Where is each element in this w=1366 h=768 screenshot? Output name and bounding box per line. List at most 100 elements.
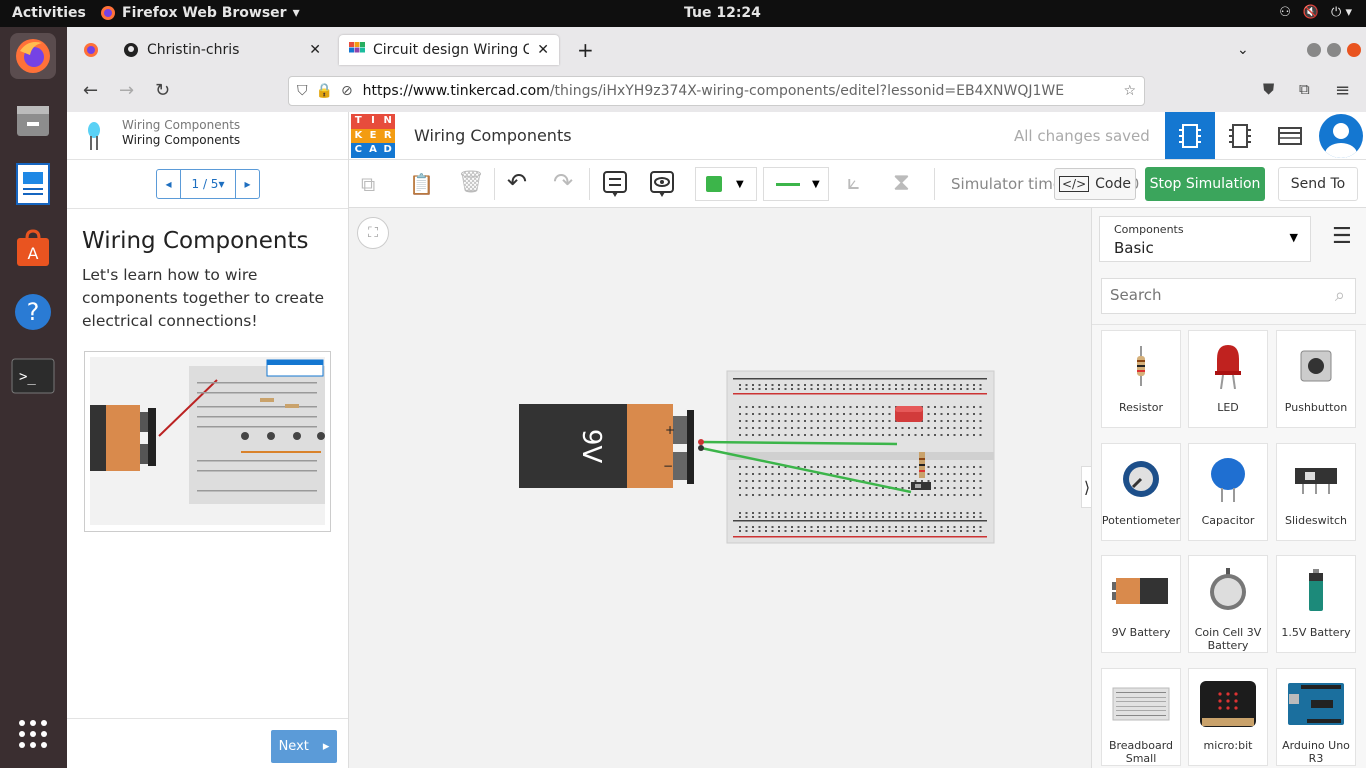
redo-icon[interactable]: ↷ <box>553 168 573 196</box>
accessibility-icon[interactable]: ⚇ <box>1279 5 1291 20</box>
wire-color-picker[interactable]: ▼ <box>695 167 757 201</box>
tinkercad-logo[interactable]: TIN KER CAD <box>351 114 395 158</box>
component-pushbutton[interactable]: Pushbutton <box>1276 330 1356 428</box>
close-window-icon[interactable] <box>1347 43 1361 57</box>
close-icon[interactable]: ✕ <box>309 42 321 58</box>
battery-minus: − <box>663 459 673 473</box>
clock[interactable]: Tue 12:24 <box>684 5 761 21</box>
circuit-view-button[interactable] <box>1165 112 1215 159</box>
paste-icon[interactable]: 📋 <box>409 172 434 196</box>
permissions-icon[interactable]: ⊘ <box>341 83 353 99</box>
search-box[interactable]: ⌕ <box>1101 278 1356 314</box>
arduino-icon <box>1288 683 1344 725</box>
list-view-icon[interactable]: ☰ <box>1332 224 1352 249</box>
breadcrumb-sub: Wiring Components <box>122 133 241 147</box>
chevron-down-icon[interactable]: ⌄ <box>1227 35 1259 65</box>
volume-icon[interactable]: 🔇 <box>1303 5 1319 20</box>
svg-text:>_: >_ <box>19 369 36 385</box>
battery-plus: + <box>665 423 675 437</box>
schematic-view-button[interactable] <box>1215 112 1265 159</box>
component-microbit[interactable]: micro:bit <box>1188 668 1268 766</box>
circuit-canvas[interactable]: ⛶ 9V + − ⟩ <box>349 208 1093 768</box>
code-button[interactable]: </> Code <box>1054 168 1136 200</box>
lesson-title: Wiring Components <box>82 228 309 254</box>
search-input[interactable] <box>1110 279 1310 311</box>
power-icon[interactable]: ⏻ ▾ <box>1331 5 1352 20</box>
table-icon <box>1278 126 1302 145</box>
lesson-image <box>84 351 331 532</box>
app-grid-icon[interactable] <box>10 711 56 757</box>
firefox-icon <box>101 6 115 20</box>
component-capacitor[interactable]: Capacitor <box>1188 443 1268 541</box>
software-icon[interactable]: A <box>10 225 56 271</box>
resistor-component[interactable] <box>919 452 925 478</box>
terminal-icon[interactable]: >_ <box>10 353 56 399</box>
writer-icon[interactable] <box>10 161 56 207</box>
minimize-icon[interactable] <box>1307 43 1321 57</box>
flip-icon[interactable]: ⧗ <box>893 168 910 196</box>
files-icon[interactable] <box>10 97 56 143</box>
view-notes-icon[interactable] <box>649 170 675 198</box>
url-path: /things/iHxYH9z374X-wiring-components/ed… <box>549 83 1065 99</box>
battery-9v[interactable]: 9V + − <box>519 404 694 488</box>
url-bar[interactable]: ⛉ 🔒 ⊘ https://www.tinkercad.com /things/… <box>288 76 1145 106</box>
close-icon[interactable]: ✕ <box>537 42 549 58</box>
stop-simulation-button[interactable]: Stop Simulation <box>1145 167 1265 201</box>
system-tray[interactable]: ⚇ 🔇 ⏻ ▾ <box>1279 5 1352 20</box>
pushbutton-icon <box>1300 350 1332 382</box>
next-page-button[interactable]: ▸ <box>235 170 259 198</box>
copy-icon[interactable]: ⧉ <box>361 172 375 196</box>
help-icon[interactable]: ? <box>10 289 56 335</box>
maximize-icon[interactable] <box>1327 43 1341 57</box>
search-icon[interactable]: ⌕ <box>1335 285 1345 306</box>
notes-icon[interactable] <box>602 170 628 198</box>
tab-github[interactable]: Christin-chris ✕ <box>113 35 331 65</box>
breadboard[interactable] <box>726 370 995 544</box>
undo-icon[interactable]: ↶ <box>507 168 527 196</box>
capacitor-icon <box>1211 458 1245 502</box>
led-component[interactable] <box>895 406 923 422</box>
activities-button[interactable]: Activities <box>12 5 86 21</box>
color-swatch <box>706 176 722 192</box>
component-led[interactable]: LED <box>1188 330 1268 428</box>
send-to-button[interactable]: Send To <box>1278 167 1358 201</box>
forward-icon[interactable]: → <box>119 80 134 101</box>
page-select[interactable]: 1 / 5▾ <box>181 177 235 191</box>
category-select[interactable]: Components Basic ▼ <box>1099 216 1311 262</box>
menu-icon[interactable]: ≡ <box>1335 80 1350 101</box>
wire-type-picker[interactable]: ▼ <box>763 167 829 201</box>
back-icon[interactable]: ← <box>83 80 98 101</box>
component-coin-cell[interactable]: Coin Cell 3V Battery <box>1188 555 1268 653</box>
reload-icon[interactable]: ↻ <box>155 80 170 101</box>
app-menu[interactable]: Firefox Web Browser ▾ <box>100 5 300 21</box>
github-icon <box>124 43 138 57</box>
component-arduino-uno[interactable]: Arduino Uno R3 <box>1276 668 1356 766</box>
firefox-view-tab[interactable] <box>73 35 113 65</box>
design-title[interactable]: Wiring Components <box>414 126 572 145</box>
extensions-icon[interactable]: ⧉ <box>1299 80 1310 98</box>
rotate-icon[interactable]: ⟀ <box>847 170 860 195</box>
pocket-icon[interactable]: ⛊ <box>1263 80 1274 98</box>
component-9v-battery[interactable]: 9V Battery <box>1101 555 1181 653</box>
bookmark-star-icon[interactable]: ☆ <box>1123 83 1136 99</box>
firefox-icon[interactable] <box>10 33 56 79</box>
slideswitch-component[interactable] <box>911 482 931 490</box>
circuit-drawing[interactable]: 9V + − <box>349 208 1091 768</box>
delete-icon[interactable]: 🗑 <box>457 170 485 195</box>
avatar[interactable] <box>1319 114 1363 158</box>
window-controls[interactable] <box>1297 35 1366 65</box>
component-1-5v-battery[interactable]: 1.5V Battery <box>1276 555 1356 653</box>
tab-tinkercad[interactable]: Circuit design Wiring Con ✕ <box>339 35 559 65</box>
next-button[interactable]: Next ▸ <box>271 730 337 763</box>
prev-page-button[interactable]: ◂ <box>157 170 181 198</box>
component-resistor[interactable]: Resistor <box>1101 330 1181 428</box>
component-slideswitch[interactable]: Slideswitch <box>1276 443 1356 541</box>
battery-9v-icon <box>1112 578 1168 604</box>
component-list-button[interactable] <box>1265 112 1315 159</box>
shield-icon[interactable]: ⛉ <box>297 83 308 99</box>
component-breadboard-small[interactable]: Breadboard Small <box>1101 668 1181 766</box>
new-tab-button[interactable]: + <box>567 35 604 65</box>
component-potentiometer[interactable]: Potentiometer <box>1101 443 1181 541</box>
circuit-icon <box>1179 123 1201 148</box>
lock-icon[interactable]: 🔒 <box>316 83 333 99</box>
